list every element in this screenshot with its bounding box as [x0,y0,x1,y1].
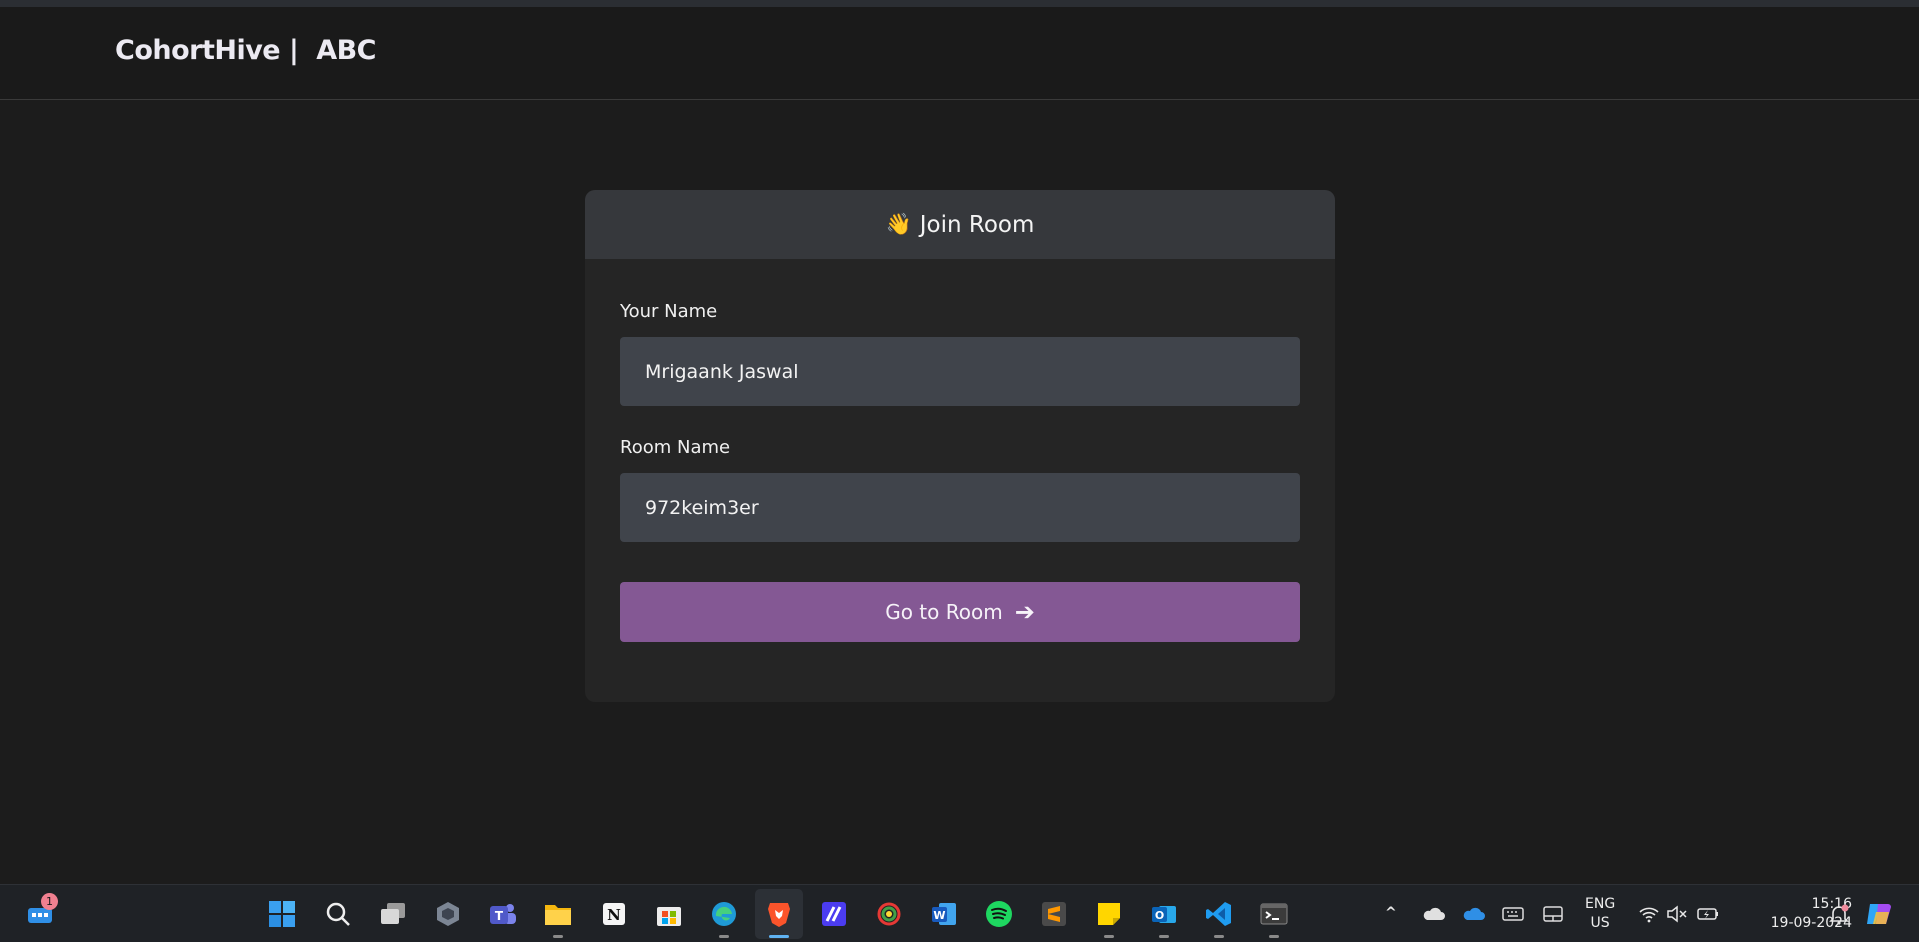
keyboard-icon[interactable] [1497,898,1529,930]
edge-icon[interactable] [708,898,740,938]
go-to-room-label: Go to Room [885,600,1003,624]
search-icon[interactable] [322,898,354,930]
wave-icon: 👋 [885,212,912,236]
vs-code-icon[interactable] [1203,898,1235,938]
language-indicator[interactable]: ENG US [1585,895,1615,933]
running-indicator [1159,935,1169,938]
region-label: US [1590,915,1610,931]
svg-text:W: W [933,909,945,922]
your-name-input[interactable] [620,337,1300,406]
task-view-icon[interactable] [377,898,409,930]
copilot-icon[interactable] [1863,898,1895,930]
arrow-right-icon: ➔ [1014,598,1035,626]
taskbar: 1 T N W O ^ ENG US 15:16 19-09-2024 [0,884,1919,942]
outlook-icon[interactable]: O [1148,898,1180,938]
notion-icon[interactable]: N [598,898,630,930]
brand-title[interactable]: CohortHive | ABC [115,35,376,66]
spotify-icon[interactable] [983,898,1015,930]
running-indicator [1104,935,1114,938]
join-room-card: 👋 Join Room Your Name Room Name Go to Ro… [585,190,1335,702]
app-icon[interactable] [873,898,905,930]
terminal-icon[interactable] [1258,898,1290,938]
start-icon[interactable] [266,898,298,930]
brave-icon[interactable] [763,898,795,938]
app-icon[interactable] [818,898,850,930]
onedrive-icon[interactable] [1457,898,1489,930]
card-title: Join Room [919,211,1035,238]
svg-text:N: N [607,906,621,924]
browser-top-strip [0,0,1919,7]
widgets-badge: 1 [41,893,58,910]
go-to-room-button[interactable]: Go to Room ➔ [620,582,1300,642]
org-name: ABC [316,35,376,66]
brand-name: CohortHive | [115,35,299,66]
room-name-label: Room Name [620,437,731,458]
touchpad-icon[interactable] [1537,898,1569,930]
language-label: ENG [1585,896,1616,912]
svg-text:T: T [495,909,504,923]
your-name-label: Your Name [620,301,718,322]
onedrive-personal-icon[interactable] [1417,898,1449,930]
word-icon[interactable]: W [928,898,960,930]
notification-bell-icon[interactable] [1823,898,1855,930]
store-icon[interactable] [653,898,685,930]
tray-overflow-chevron-icon[interactable]: ^ [1385,905,1397,921]
app-icon[interactable] [432,898,464,930]
svg-text:O: O [1155,909,1164,922]
running-indicator [719,935,729,938]
active-indicator [769,935,789,938]
volume-muted-icon[interactable] [1661,898,1693,930]
teams-icon[interactable]: T [487,898,519,930]
running-indicator [1269,935,1279,938]
battery-charging-icon[interactable] [1692,898,1724,930]
sublime-text-icon[interactable] [1038,898,1070,930]
room-name-input[interactable] [620,473,1300,542]
file-explorer-icon[interactable] [542,898,574,938]
running-indicator [1214,935,1224,938]
navbar: CohortHive | ABC [0,7,1919,100]
card-header: 👋 Join Room [585,190,1335,259]
sticky-notes-icon[interactable] [1093,898,1125,938]
running-indicator [553,935,563,938]
